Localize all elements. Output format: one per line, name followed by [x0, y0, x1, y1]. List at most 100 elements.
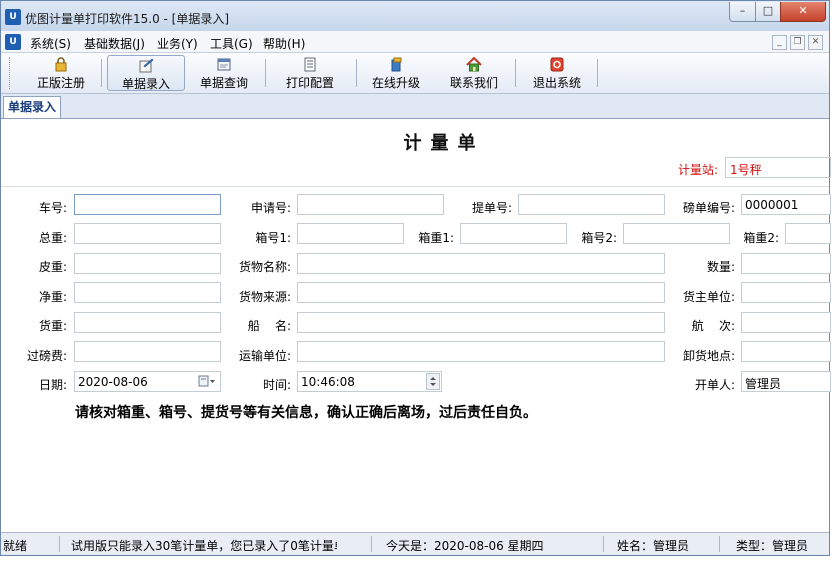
document-edit-icon [139, 58, 154, 73]
box-no1-input[interactable] [297, 223, 404, 244]
net-input[interactable] [74, 282, 221, 303]
toolbar: 正版注册 单据录入 单据查询 打印配置 在线升级 联系我们 退出系统 [1, 53, 829, 94]
owner-unit-label: 货主单位: [682, 290, 735, 304]
mdi-app-icon[interactable]: U [5, 34, 21, 50]
plate-input[interactable] [74, 194, 221, 215]
lock-icon [55, 57, 67, 72]
box-no1-label: 箱号1: [255, 231, 291, 245]
mdi-close-button[interactable]: ✕ [808, 35, 823, 50]
exit-icon [550, 57, 564, 72]
owner-unit-input[interactable] [741, 282, 831, 303]
toolbar-grip[interactable] [9, 57, 12, 89]
tab-entry[interactable]: 单据录入 [3, 96, 61, 119]
gross-label: 总重: [38, 231, 67, 245]
title-bar[interactable]: U 优图计量单打印软件15.0 - [单据录入] – □ ✕ [1, 1, 829, 31]
window-icon [217, 58, 231, 71]
ship-name-label: 船 名: [247, 319, 291, 333]
mdi-minimize-button[interactable]: _ [772, 35, 787, 50]
weigh-no-input[interactable]: 0000001 [741, 194, 831, 215]
operator-label: 开单人: [694, 378, 735, 392]
status-ready: 就绪 [3, 539, 28, 553]
toolbar-separator [101, 59, 102, 87]
register-label: 正版注册 [36, 76, 85, 90]
toolbar-separator [597, 59, 598, 87]
status-trial-message: 试用版只能录入30笔计量单，您已录入了0笔计量单 [71, 539, 337, 553]
status-today: 今天是：2020-08-06 星期四 [386, 539, 544, 553]
menu-bar: U 系统(S) 基础数据(J) 业务(Y) 工具(G) 帮助(H) _ ❐ ✕ [1, 31, 829, 53]
status-separator [59, 536, 60, 552]
toolbar-separator [515, 59, 516, 87]
box-weight1-input[interactable] [460, 223, 567, 244]
transport-unit-input[interactable] [297, 341, 665, 362]
upgrade-label: 在线升级 [371, 76, 420, 90]
register-button[interactable]: 正版注册 [29, 55, 93, 91]
status-separator [603, 536, 604, 552]
goods-source-label: 货物来源: [238, 290, 291, 304]
unload-place-input[interactable] [741, 341, 831, 362]
plate-label: 车号: [38, 201, 67, 215]
gross-input[interactable] [74, 223, 221, 244]
goods-source-input[interactable] [297, 282, 665, 303]
status-user-name: 姓名：管理员 [617, 539, 690, 553]
menu-system[interactable]: 系统(S) [30, 35, 71, 52]
main-window: U 优图计量单打印软件15.0 - [单据录入] – □ ✕ U 系统(S) 基… [0, 0, 831, 556]
station-field[interactable]: 1号秤 [725, 157, 831, 178]
unload-place-label: 卸货地点: [682, 349, 735, 363]
status-user-type: 类型：管理员 [736, 539, 809, 553]
exit-label: 退出系统 [532, 76, 581, 90]
apply-no-input[interactable] [297, 194, 444, 215]
weigh-fee-input[interactable] [74, 341, 221, 362]
minimize-button[interactable]: – [729, 2, 756, 22]
operator-input[interactable]: 管理员 [741, 371, 831, 392]
status-separator [719, 536, 720, 552]
close-button[interactable]: ✕ [780, 2, 826, 22]
form-divider [1, 186, 829, 187]
voyage-input[interactable] [741, 312, 831, 333]
quantity-label: 数量: [706, 260, 735, 274]
cargo-weight-label: 货重: [38, 319, 67, 333]
tare-input[interactable] [74, 253, 221, 274]
voyage-label: 航 次: [691, 319, 735, 333]
menu-tools[interactable]: 工具(G) [210, 35, 253, 52]
print-config-button[interactable]: 打印配置 [277, 55, 343, 91]
box-no2-label: 箱号2: [581, 231, 617, 245]
date-picker[interactable]: 2020-08-06 [74, 371, 221, 392]
contact-label: 联系我们 [449, 76, 498, 90]
status-bar: 就绪 试用版只能录入30笔计量单，您已录入了0笔计量单 今天是：2020-08-… [1, 532, 829, 554]
ship-name-input[interactable] [297, 312, 665, 333]
box-weight1-label: 箱重1: [418, 231, 454, 245]
time-picker[interactable]: 10:46:08 [297, 371, 442, 392]
app-icon: U [5, 9, 21, 25]
cargo-weight-input[interactable] [74, 312, 221, 333]
contact-button[interactable]: 联系我们 [443, 55, 505, 91]
exit-button[interactable]: 退出系统 [526, 55, 588, 91]
time-spinner[interactable] [426, 373, 440, 390]
date-label: 日期: [38, 378, 67, 392]
entry-button[interactable]: 单据录入 [107, 55, 185, 91]
calendar-dropdown-icon[interactable] [198, 375, 216, 388]
tab-strip: 单据录入 [1, 94, 829, 119]
box-no2-input[interactable] [623, 223, 730, 244]
maximize-button[interactable]: □ [755, 2, 781, 22]
goods-name-label: 货物名称: [238, 260, 291, 274]
mdi-restore-button[interactable]: ❐ [790, 35, 805, 50]
form-title: 计量单 [403, 133, 485, 154]
bill-no-label: 提单号: [471, 201, 512, 215]
box-weight2-label: 箱重2: [743, 231, 779, 245]
window-title: 优图计量单打印软件15.0 - [单据录入] [25, 12, 230, 26]
tare-label: 皮重: [38, 260, 67, 274]
menu-business[interactable]: 业务(Y) [157, 35, 198, 52]
menu-help[interactable]: 帮助(H) [263, 35, 305, 52]
upgrade-button[interactable]: 在线升级 [365, 55, 427, 91]
form-area: 计量单 计量站: 1号秤 车号: 申请号: 提单号: 磅单编号: 0000001… [1, 118, 831, 532]
status-separator [371, 536, 372, 552]
goods-name-input[interactable] [297, 253, 665, 274]
print-config-label: 打印配置 [285, 76, 334, 90]
box-weight2-input[interactable] [785, 223, 831, 244]
menu-basic-data[interactable]: 基础数据(J) [84, 35, 145, 52]
time-label: 时间: [262, 378, 291, 392]
quantity-input[interactable] [741, 253, 831, 274]
query-button[interactable]: 单据查询 [193, 55, 255, 91]
query-label: 单据查询 [199, 76, 248, 90]
bill-no-input[interactable] [518, 194, 665, 215]
